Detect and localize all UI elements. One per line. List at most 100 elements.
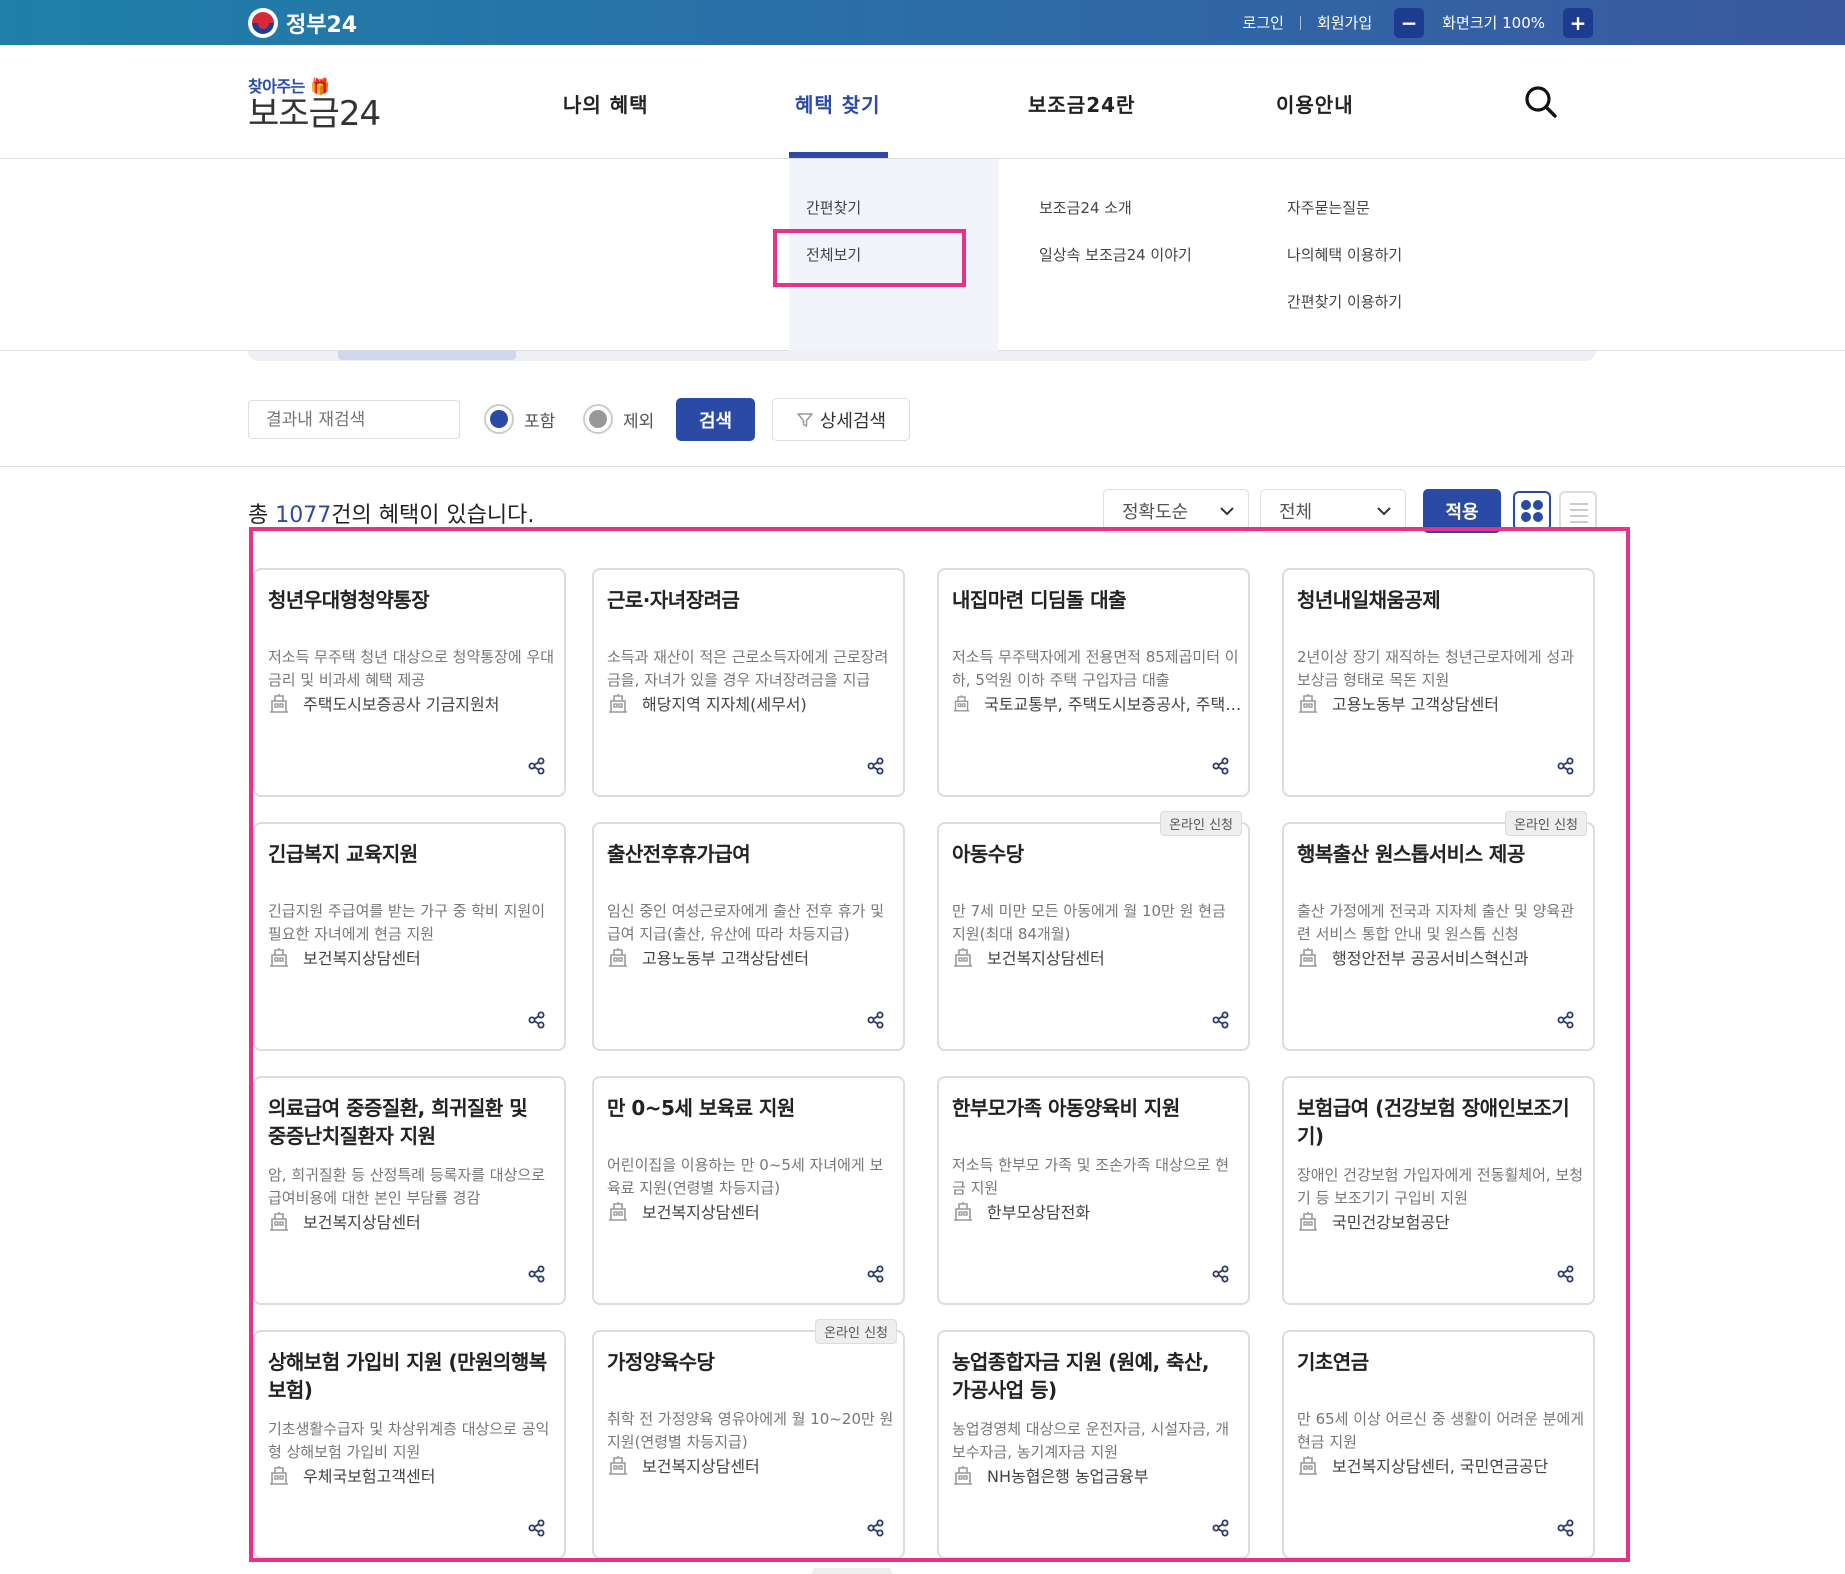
nav-find-benefits[interactable]: 혜택 찾기 xyxy=(795,89,881,118)
card-description: 긴급지원 주급여를 받는 가구 중 학비 지원이 필요한 자녀에게 현금 지원 xyxy=(268,902,546,943)
gov24-name: 정부24 xyxy=(286,13,358,38)
bojogeum24-logo[interactable]: 찾아주는 🎁 보조금24 xyxy=(248,73,381,131)
share-icon[interactable] xyxy=(1212,1519,1230,1537)
card-description: 임신 중인 여성근로자에게 출산 전후 휴가 및 급여 지급(출산, 유산에 따… xyxy=(607,902,885,943)
gov-utility-links: 로그인 회원가입 − 화면크기 100% + xyxy=(1243,0,1593,45)
building-icon xyxy=(609,1202,627,1221)
building-icon xyxy=(1299,1456,1317,1475)
menu-my-benefits-guide[interactable]: 나의혜택 이용하기 xyxy=(1287,244,1402,265)
benefit-card[interactable]: 의료급여 중증질환, 희귀질환 및 중증난치질환자 지원 암, 희귀질환 등 산정… xyxy=(253,1076,566,1305)
share-icon[interactable] xyxy=(1212,1265,1230,1283)
share-icon[interactable] xyxy=(528,1265,546,1283)
share-icon[interactable] xyxy=(528,1011,546,1029)
share-icon[interactable] xyxy=(528,1519,546,1537)
tab-strip-active xyxy=(338,351,516,360)
detail-search-label: 상세검색 xyxy=(819,410,887,432)
card-title: 긴급복지 교육지원 xyxy=(268,842,418,866)
benefit-card[interactable]: 출산전후휴가급여 임신 중인 여성근로자에게 출산 전후 휴가 및 급여 지급(출… xyxy=(592,822,905,1051)
login-link[interactable]: 로그인 xyxy=(1243,12,1284,33)
card-title: 상해보험 가입비 지원 (만원의행복보험) xyxy=(268,1350,547,1402)
card-organization: 보건복지상담센터, 국민연금공단 xyxy=(1297,1453,1589,1477)
benefit-card[interactable]: 한부모가족 아동양육비 지원 저소득 한부모 가족 및 조손가족 대상으로 현금 … xyxy=(937,1076,1250,1305)
card-organization-name: 보건복지상담센터, 국민연금공단 xyxy=(1332,1457,1549,1476)
building-icon xyxy=(954,948,972,967)
share-icon[interactable] xyxy=(1557,1011,1575,1029)
share-icon[interactable] xyxy=(528,757,546,775)
benefit-card[interactable]: 상해보험 가입비 지원 (만원의행복보험) 기초생활수급자 및 차상위계층 대상으… xyxy=(253,1330,566,1559)
nav-guide[interactable]: 이용안내 xyxy=(1276,89,1354,118)
online-apply-badge: 온라인 신청 xyxy=(1505,811,1587,836)
benefit-card[interactable]: 청년우대형청약통장 저소득 무주택 청년 대상으로 청약통장에 우대금리 및 비과… xyxy=(253,568,566,797)
card-organization-name: 한부모상담전화 xyxy=(987,1203,1091,1222)
card-organization: 우체국보험고객센터 xyxy=(268,1463,560,1487)
zoom-out-button[interactable]: − xyxy=(1394,7,1425,38)
benefit-card[interactable]: 내집마련 디딤돌 대출 저소득 무주택자에게 전용면적 85제곱미터 이하, 5억… xyxy=(937,568,1250,797)
card-organization: 보건복지상담센터 xyxy=(607,1199,899,1223)
share-icon[interactable] xyxy=(867,1265,885,1283)
chevron-down-icon xyxy=(1377,507,1391,516)
card-organization: 보건복지상담센터 xyxy=(268,1209,560,1233)
share-icon[interactable] xyxy=(1557,757,1575,775)
card-organization: 보건복지상담센터 xyxy=(607,1453,899,1477)
menu-quick-find-guide[interactable]: 간편찾기 이용하기 xyxy=(1287,291,1402,312)
search-button[interactable]: 검색 xyxy=(676,398,755,441)
card-title: 만 0~5세 보육료 지원 xyxy=(607,1096,795,1120)
share-icon[interactable] xyxy=(1557,1265,1575,1283)
benefit-card[interactable]: 온라인 신청 가정양육수당 취학 전 가정양육 영유아에게 월 10~20만 원 지… xyxy=(592,1319,905,1559)
filter-select[interactable]: 전체 xyxy=(1260,489,1406,533)
search-icon[interactable] xyxy=(1524,85,1558,119)
card-title: 한부모가족 아동양육비 지원 xyxy=(952,1096,1180,1120)
share-icon[interactable] xyxy=(1212,1011,1230,1029)
exclude-radio[interactable]: 제외 xyxy=(583,404,654,434)
gov24-logo[interactable]: 정부24 xyxy=(248,7,357,39)
building-icon xyxy=(1299,948,1317,967)
benefit-card[interactable]: 근로·자녀장려금 소득과 재산이 적은 근로소득자에게 근로장려금을, 자녀가 있… xyxy=(592,568,905,797)
card-description: 취학 전 가정양육 영유아에게 월 10~20만 원 지원(연령별 차등지급) xyxy=(607,1410,894,1451)
apply-button[interactable]: 적용 xyxy=(1423,489,1501,533)
benefit-card[interactable]: 보험급여 (건강보험 장애인보조기기) 장애인 건강보험 가입자에게 전동휠체어,… xyxy=(1282,1076,1595,1305)
menu-intro[interactable]: 보조금24 소개 xyxy=(1039,197,1132,218)
grid-view-button[interactable] xyxy=(1513,491,1551,531)
list-view-button[interactable] xyxy=(1559,491,1597,531)
building-icon xyxy=(1299,1212,1317,1231)
menu-faq[interactable]: 자주묻는질문 xyxy=(1287,197,1370,218)
nav-my-benefits[interactable]: 나의 혜택 xyxy=(563,89,649,118)
signup-link[interactable]: 회원가입 xyxy=(1317,12,1372,33)
menu-stories[interactable]: 일상속 보조금24 이야기 xyxy=(1039,244,1192,265)
building-icon xyxy=(954,1466,972,1485)
card-organization: 해당지역 지자체(세무서) xyxy=(607,691,899,715)
share-icon[interactable] xyxy=(867,757,885,775)
benefit-card[interactable]: 청년내일채움공제 2년이상 장기 재직하는 청년근로자에게 성과보상금 형태로 목… xyxy=(1282,568,1595,797)
zoom-level-label: 화면크기 100% xyxy=(1442,14,1545,32)
highlight-box xyxy=(773,229,966,287)
card-organization: 주택도시보증공사 기금지원처 xyxy=(268,691,560,715)
share-icon[interactable] xyxy=(867,1519,885,1537)
list-view-icon xyxy=(1570,503,1588,523)
benefit-card[interactable]: 긴급복지 교육지원긴급지원 주급여를 받는 가구 중 학비 지원이 필요한 자녀… xyxy=(253,822,566,1051)
online-apply-badge: 온라인 신청 xyxy=(1160,811,1242,836)
share-icon[interactable] xyxy=(867,1011,885,1029)
benefit-card[interactable]: 기초연금 만 65세 이상 어르신 중 생활이 어려운 분에게 현금 지원 보건복지… xyxy=(1282,1330,1595,1559)
sort-select[interactable]: 정확도순 xyxy=(1103,489,1249,533)
benefit-card[interactable]: 온라인 신청 아동수당 만 7세 미만 모든 아동에게 월 10만 원 현금 지원(… xyxy=(937,811,1250,1051)
card-description: 장애인 건강보험 가입자에게 전동휠체어, 보청기 등 보조기기 구입비 지원 xyxy=(1297,1166,1584,1207)
include-radio[interactable]: 포함 xyxy=(484,404,555,434)
card-organization-name: 보건복지상담센터 xyxy=(642,1457,760,1476)
zoom-in-button[interactable]: + xyxy=(1563,7,1593,38)
detail-search-button[interactable]: 상세검색 xyxy=(772,398,910,441)
exclude-label: 제외 xyxy=(623,411,655,432)
building-icon xyxy=(1299,694,1317,713)
benefit-card[interactable]: 만 0~5세 보육료 지원 어린이집을 이용하는 만 0~5세 자녀에게 보육료 … xyxy=(592,1076,905,1305)
radio-checked-icon xyxy=(484,404,514,434)
share-icon[interactable] xyxy=(1212,757,1230,775)
result-count-number: 1077 xyxy=(275,503,332,528)
menu-quick-find[interactable]: 간편찾기 xyxy=(806,197,861,218)
building-icon xyxy=(270,1212,288,1231)
nav-about[interactable]: 보조금24란 xyxy=(1028,89,1135,118)
benefit-card[interactable]: 농업종합자금 지원 (원예, 축산, 가공사업 등) 농업경영체 대상으로 운전자… xyxy=(937,1330,1250,1559)
benefit-card[interactable]: 온라인 신청 행복출산 원스톱서비스 제공 출산 가정에게 전국과 지자체 출산 및… xyxy=(1282,811,1595,1051)
share-icon[interactable] xyxy=(1557,1519,1575,1537)
refine-search-input[interactable] xyxy=(248,400,460,439)
filter-selected: 전체 xyxy=(1279,502,1313,523)
result-count: 총 1077건의 혜택이 있습니다. xyxy=(248,503,535,528)
